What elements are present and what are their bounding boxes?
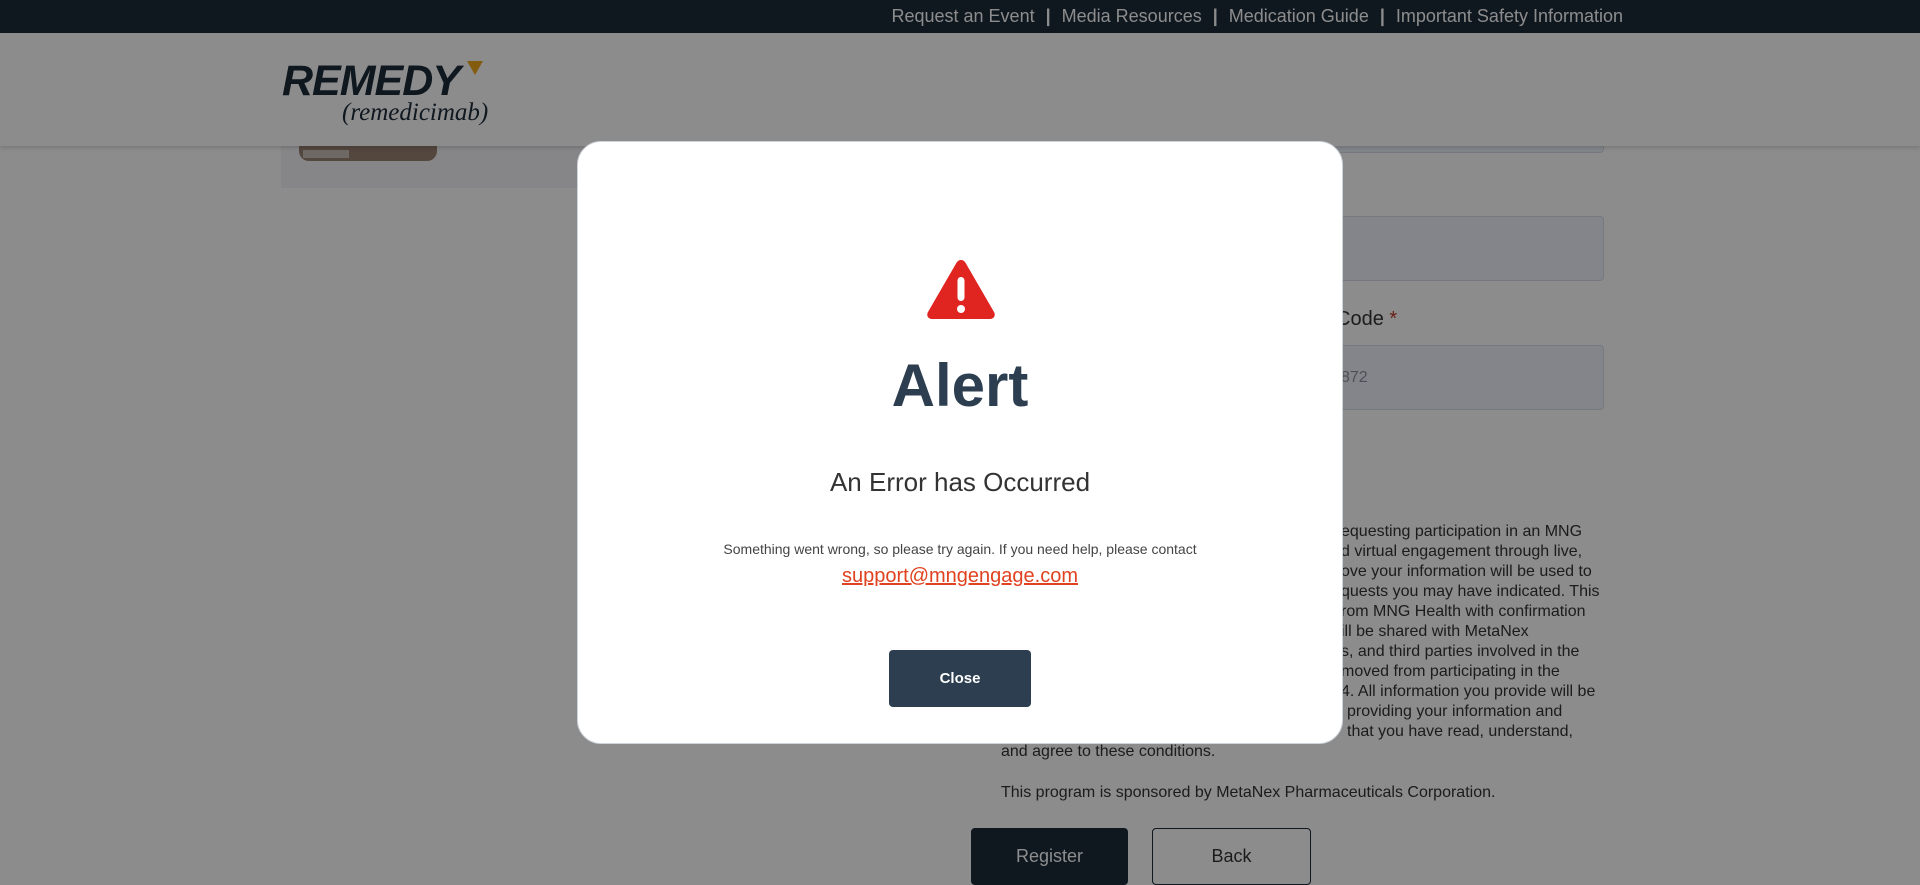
warning-triangle-icon	[927, 260, 995, 319]
close-button[interactable]: Close	[889, 650, 1031, 707]
modal-title: Alert	[891, 352, 1029, 419]
alert-modal: Alert An Error has Occurred Something we…	[577, 141, 1343, 744]
modal-subtitle: An Error has Occurred	[829, 467, 1091, 497]
support-email-container: support@mngengage.com	[578, 565, 1342, 588]
support-email-link[interactable]: support@mngengage.com	[842, 565, 1078, 587]
modal-message: Something went wrong, so please try agai…	[723, 541, 1197, 557]
